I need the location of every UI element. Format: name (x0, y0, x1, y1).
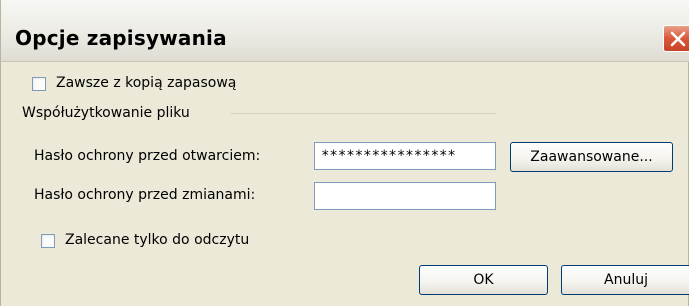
read-only-checkbox[interactable] (41, 234, 55, 248)
save-options-dialog: Opcje zapisywania Zawsze z kopią zapasow… (0, 0, 689, 306)
file-sharing-group-label: Współużytkowanie pliku (22, 105, 190, 121)
group-divider (231, 113, 496, 114)
ok-button[interactable]: OK (419, 265, 548, 295)
read-only-label[interactable]: Zalecane tylko do odczytu (65, 232, 249, 248)
always-backup-checkbox[interactable] (32, 77, 46, 91)
close-button[interactable] (663, 25, 689, 52)
modify-password-label: Hasło ochrony przed zmianami: (34, 187, 256, 203)
cancel-button[interactable]: Anuluj (561, 265, 689, 295)
always-backup-label[interactable]: Zawsze z kopią zapasową (56, 75, 236, 91)
dialog-title: Opcje zapisywania (15, 26, 227, 50)
open-password-label: Hasło ochrony przed otwarciem: (34, 148, 261, 164)
modify-password-input[interactable] (314, 182, 496, 210)
close-icon (670, 31, 686, 47)
advanced-button[interactable]: Zaawansowane... (510, 142, 673, 172)
open-password-input[interactable]: **************** (314, 142, 496, 170)
title-bar[interactable]: Opcje zapisywania (1, 0, 689, 62)
